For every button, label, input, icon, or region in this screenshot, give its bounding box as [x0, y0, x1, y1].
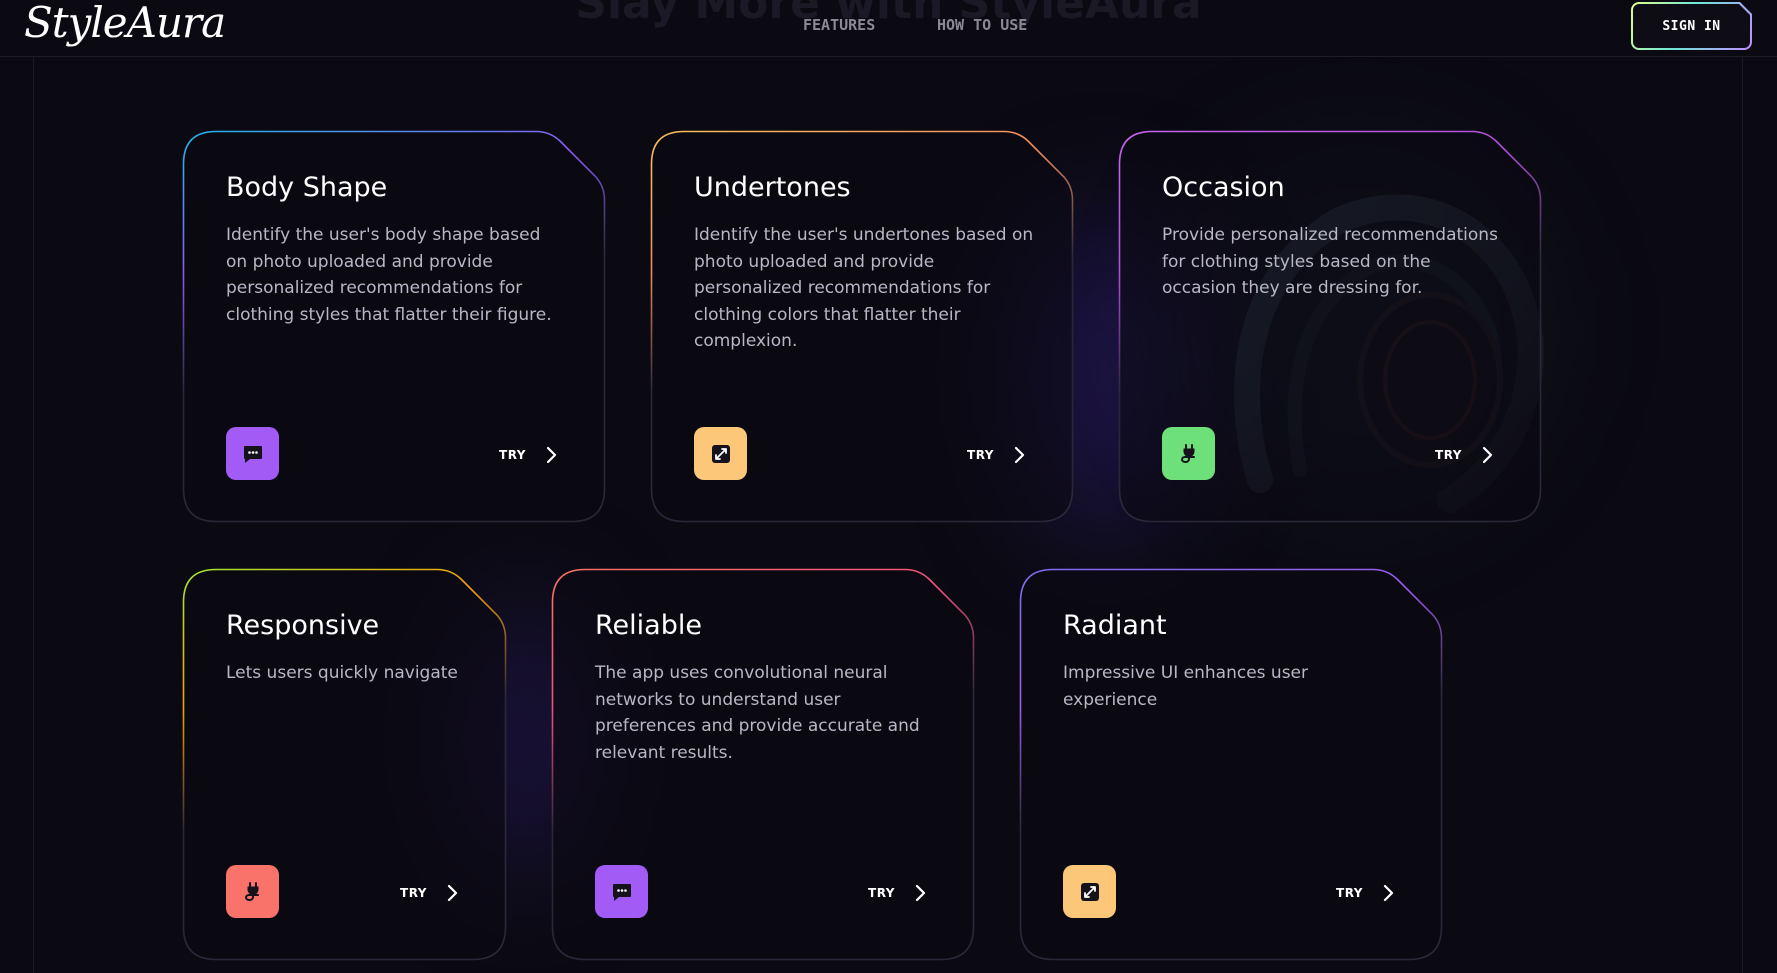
plug-icon[interactable] [226, 865, 279, 918]
card-title: Responsive [226, 610, 380, 641]
chevron-right-icon [1480, 445, 1494, 465]
card-description: Impressive UI enhances user experience [1063, 663, 1309, 710]
try-label: TRY [499, 448, 526, 462]
plug-icon[interactable] [1162, 427, 1215, 480]
nav-features-link[interactable]: FEATURES [803, 16, 875, 34]
card-title: Undertones [694, 172, 851, 203]
ghost-section-title: Slay More with StyleAura [575, 0, 1202, 29]
chat-icon[interactable] [595, 865, 648, 918]
logo[interactable]: StyleAura [24, 0, 226, 47]
chevron-right-icon [1012, 445, 1026, 465]
try-label: TRY [868, 886, 895, 900]
card-description: Identify the user's body shape based on … [226, 225, 552, 325]
try-label: TRY [1435, 448, 1462, 462]
card-title: Radiant [1063, 610, 1167, 641]
feature-card-responsive: Responsive Lets users quickly navigate T… [182, 568, 507, 961]
page: Slay More with StyleAura StyleAura FEATU… [0, 0, 1777, 973]
card-title: Occasion [1162, 172, 1285, 203]
chevron-right-icon [1381, 883, 1395, 903]
try-button[interactable]: TRY [1336, 883, 1395, 903]
expand-icon[interactable] [1063, 865, 1116, 918]
try-button[interactable]: TRY [499, 445, 558, 465]
try-label: TRY [967, 448, 994, 462]
left-guide-line [33, 57, 34, 973]
feature-card-body-shape: Body Shape Identify the user's body shap… [182, 130, 606, 523]
try-label: TRY [400, 886, 427, 900]
try-button[interactable]: TRY [400, 883, 459, 903]
try-button[interactable]: TRY [868, 883, 927, 903]
nav-how-to-use-link[interactable]: HOW TO USE [937, 16, 1027, 34]
feature-card-undertones: Undertones Identify the user's undertone… [650, 130, 1074, 523]
right-guide-line [1742, 57, 1743, 973]
chevron-right-icon [445, 883, 459, 903]
feature-card-reliable: Reliable The app uses convolutional neur… [551, 568, 975, 961]
card-title: Body Shape [226, 172, 388, 203]
expand-icon[interactable] [694, 427, 747, 480]
sign-in-button[interactable]: SIGN IN [1631, 2, 1752, 50]
chat-icon[interactable] [226, 427, 279, 480]
sign-in-label: SIGN IN [1633, 4, 1750, 48]
card-description: Lets users quickly navigate [226, 663, 458, 684]
try-label: TRY [1336, 886, 1363, 900]
card-description: Identify the user's undertones based on … [694, 225, 1034, 352]
try-button[interactable]: TRY [1435, 445, 1494, 465]
card-title: Reliable [595, 610, 702, 641]
feature-card-radiant: Radiant Impressive UI enhances user expe… [1019, 568, 1443, 961]
top-nav-bar: Slay More with StyleAura StyleAura FEATU… [0, 0, 1777, 57]
chevron-right-icon [913, 883, 927, 903]
try-button[interactable]: TRY [967, 445, 1026, 465]
card-description: The app uses convolutional neural networ… [595, 663, 920, 763]
card-description: Provide personalized recommendations for… [1162, 225, 1498, 299]
chevron-right-icon [544, 445, 558, 465]
feature-card-occasion: Occasion Provide personalized recommenda… [1118, 130, 1542, 523]
